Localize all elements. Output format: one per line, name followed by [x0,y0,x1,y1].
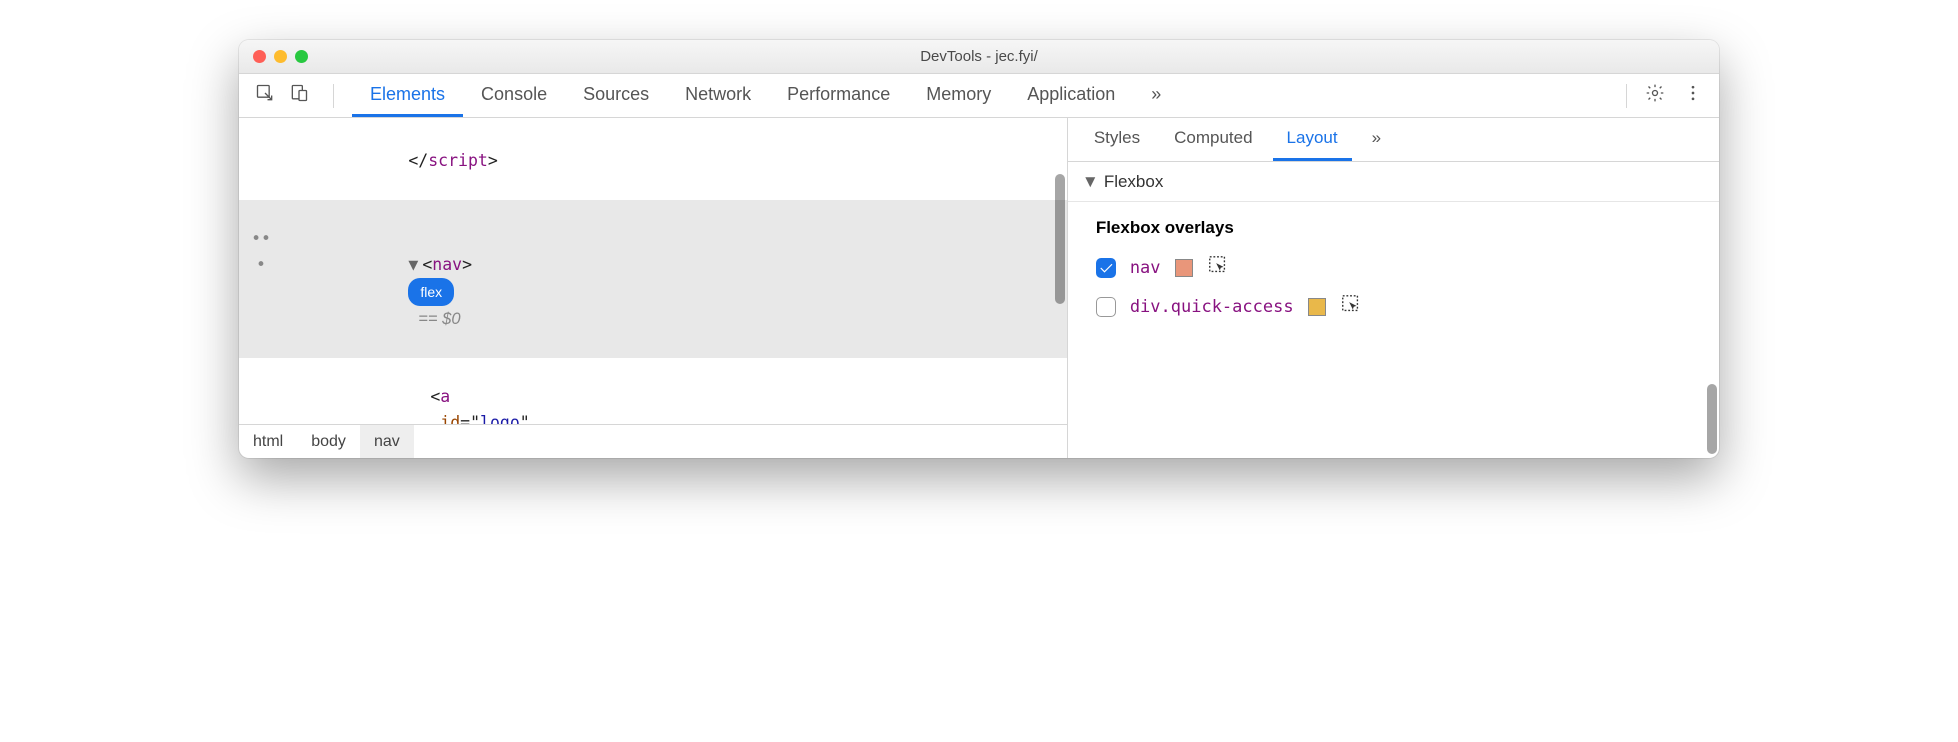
overlay-row-nav: nav [1068,248,1719,287]
sidebar-tabs: Styles Computed Layout » [1068,118,1719,162]
main-toolbar: Elements Console Sources Network Perform… [239,74,1719,118]
scrollbar-thumb[interactable] [1707,384,1717,454]
separator [1626,84,1627,108]
overlay-checkbox[interactable] [1096,297,1116,317]
overlay-checkbox[interactable] [1096,258,1116,278]
scrollbar-thumb[interactable] [1055,174,1065,304]
layout-panel: ▼ Flexbox Flexbox overlays nav div [1068,162,1719,458]
tab-console[interactable]: Console [463,74,565,117]
overlays-subtitle: Flexbox overlays [1068,202,1719,248]
zoom-window-button[interactable] [295,50,308,63]
expand-arrow-icon: ▼ [1082,172,1096,192]
dom-node-a[interactable]: <a id="logo" href="/">Page title</a> [239,358,1067,424]
settings-icon[interactable] [1645,83,1665,108]
tab-performance[interactable]: Performance [769,74,908,117]
separator [333,84,334,108]
breadcrumb-html[interactable]: html [239,425,297,458]
breadcrumbs: html body nav [239,424,1067,458]
tab-network[interactable]: Network [667,74,769,117]
overlay-name: div.quick-access [1130,297,1294,317]
styles-sidebar: Styles Computed Layout » ▼ Flexbox Flexb… [1068,118,1719,458]
section-title: Flexbox [1104,172,1164,192]
flex-badge[interactable]: flex [408,278,454,306]
dom-tree[interactable]: </script> ••• ▼<nav> flex == $0 <a id="l… [239,118,1067,424]
console-reference: == $0 [418,310,460,328]
close-window-button[interactable] [253,50,266,63]
breadcrumb-body[interactable]: body [297,425,360,458]
dom-node-script-close[interactable]: </script> [239,122,1067,200]
tab-application[interactable]: Application [1009,74,1133,117]
devtools-window: DevTools - jec.fyi/ Elements Console Sou… [239,40,1719,458]
sidebar-tab-styles[interactable]: Styles [1080,118,1154,161]
tabs-overflow[interactable]: » [1133,74,1179,117]
flexbox-section-header[interactable]: ▼ Flexbox [1068,162,1719,202]
gutter-menu-icon[interactable]: ••• [247,226,275,278]
window-title: DevTools - jec.fyi/ [239,48,1719,65]
titlebar: DevTools - jec.fyi/ [239,40,1719,74]
sidebar-tab-computed[interactable]: Computed [1160,118,1266,161]
tab-elements[interactable]: Elements [352,74,463,117]
color-swatch[interactable] [1308,298,1326,316]
color-swatch[interactable] [1175,259,1193,277]
inspect-element-icon[interactable] [255,83,275,108]
elements-panel: </script> ••• ▼<nav> flex == $0 <a id="l… [239,118,1068,458]
overlay-name: nav [1130,258,1161,278]
kebab-menu-icon[interactable] [1683,83,1703,108]
expand-arrow-icon[interactable]: ▼ [408,252,422,278]
panel-tabs: Elements Console Sources Network Perform… [352,74,1608,117]
sidebar-tab-layout[interactable]: Layout [1273,118,1352,161]
overlay-row-quick-access: div.quick-access [1068,287,1719,326]
tab-memory[interactable]: Memory [908,74,1009,117]
reveal-element-icon[interactable] [1340,293,1362,320]
sidebar-tabs-overflow[interactable]: » [1358,118,1395,161]
dom-node-nav[interactable]: ••• ▼<nav> flex == $0 [239,200,1067,358]
tab-sources[interactable]: Sources [565,74,667,117]
breadcrumb-nav[interactable]: nav [360,425,414,458]
traffic-lights [239,50,308,63]
device-toolbar-icon[interactable] [289,83,309,108]
minimize-window-button[interactable] [274,50,287,63]
body-split: </script> ••• ▼<nav> flex == $0 <a id="l… [239,118,1719,458]
reveal-element-icon[interactable] [1207,254,1229,281]
